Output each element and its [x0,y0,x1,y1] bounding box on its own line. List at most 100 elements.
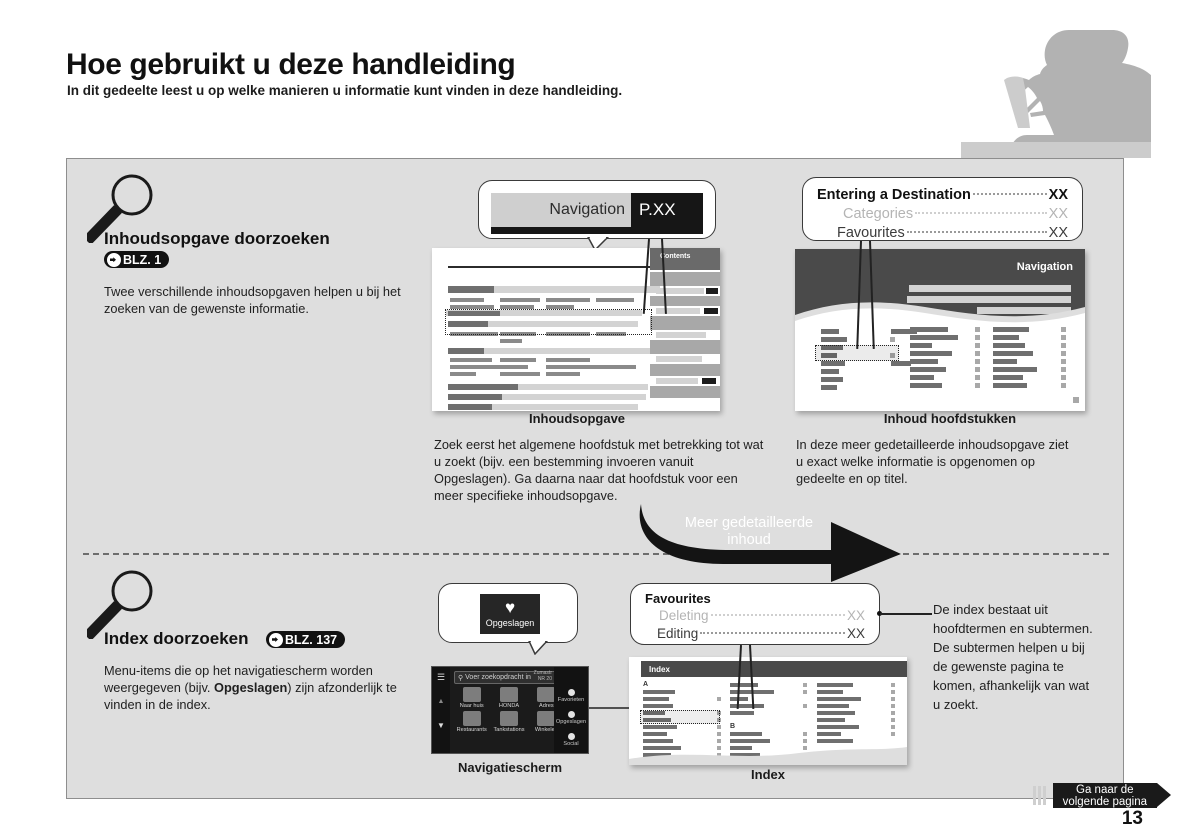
stripe-decoration [1031,783,1053,808]
nav-header-label: Navigation [1016,261,1073,273]
arrow-label-line1: Meer gedetailleerde [684,515,814,531]
next-page-label: Ga naar de volgende pagina [1052,783,1157,808]
next-page-banner[interactable]: Ga naar de volgende pagina [1031,783,1171,808]
nav-side-saved[interactable]: Opgeslagen [554,711,588,725]
nav-screen-tile-grid: Naar huis HONDA Adres Restaurants Tankst… [454,687,564,733]
toc-leader-dots [972,184,1047,195]
content-frame: Inhoudsopgave doorzoeken BLZ. 1 Twee ver… [66,158,1124,799]
navigation-banner: Navigation P.XX [491,193,703,227]
fuel-pump-icon [499,711,518,726]
search-placeholder: Voer zoekopdracht in [465,674,531,681]
highlight-region-index [640,710,720,724]
index-letter-a: A [643,681,649,688]
callout-tail [528,641,549,655]
section-body-index-right: De index bestaat uit hoofdtermen en subt… [933,602,1093,712]
nav-side-label: Favorieten [557,697,585,703]
chapter-contents-mockup: Navigation [795,249,1085,411]
saved-tile-callout: ♥ Opgeslagen [438,583,578,643]
nav-tile-home[interactable]: Naar huis [454,687,489,709]
section-divider [83,553,1109,555]
page-title: Hoe gebruikt u deze handleiding [66,48,516,81]
toc-entry-label: Favourites [837,225,905,241]
index-toc-callout: Favourites Deleting XX Editing XX [630,583,880,645]
toc-leader-dots [710,605,845,616]
hamburger-menu-icon[interactable]: ☰ [437,673,445,682]
next-page-line2: volgende pagina [1062,796,1147,808]
toc-leader-dots [915,203,1047,214]
toc-entry[interactable]: Favourites XX [817,224,1068,243]
toc-detail-callout: Entering a Destination XX Categories XX … [802,177,1083,241]
shopping-bag-icon [537,711,556,726]
toc-entry[interactable]: Editing XX [645,625,865,643]
scroll-down-icon[interactable]: ▼ [437,721,445,730]
caption-inhoud-hoofdstukken: Inhoud hoofdstukken [883,411,1017,426]
toc-entry-page: XX [1048,206,1068,222]
contents-tab-label: Contents [660,253,691,260]
saved-tile-label: Opgeslagen [485,618,535,628]
toc-entry-label: Categories [843,206,914,222]
nav-screen-left-rail: ☰ ▲ ▼ [432,667,450,753]
restaurant-icon [462,711,481,726]
page-number: 13 [1121,808,1143,829]
toc-entry-page: XX [846,608,865,623]
more-detail-arrow-label: Meer gedetailleerde inhoud [663,515,835,549]
toc-entry-label: Editing [657,626,699,641]
scroll-up-icon[interactable]: ▲ [438,698,445,705]
nav-tile-label: Adres [539,703,554,709]
navigation-screen-mockup[interactable]: ☰ ▲ ▼ ⚲ Voer zoekopdracht in Zumastr NR 2… [431,666,589,754]
highlight-region-toc [445,309,652,335]
honda-logo-icon [499,687,518,702]
caption-navigatiescherm: Navigatiescherm [457,760,563,775]
body-part-bold: Opgeslagen [214,680,288,695]
navigation-banner-callout: Navigation P.XX [478,180,716,239]
section-heading-index: Index doorzoeken BLZ. 137 [104,629,346,649]
search-icon: ⚲ [458,674,464,682]
connector-line [880,613,932,615]
bookmark-icon [567,711,575,718]
page-ref-label: BLZ. 1 [123,252,162,267]
section-heading-index-label: Index doorzoeken [104,629,249,648]
address-icon [537,687,556,702]
nav-tile-honda[interactable]: HONDA [491,687,526,709]
nav-tile-restaurants[interactable]: Restaurants [454,711,489,733]
section-body-index: Menu-items die op het navigatiescherm wo… [104,662,414,713]
section-heading-toc: Inhoudsopgave doorzoeken [104,229,330,248]
navigation-banner-title: Navigation [491,193,631,227]
next-page-line1: Ga naar de [1076,783,1134,796]
navigation-banner-underline [491,227,703,234]
nav-side-social[interactable]: Social [554,733,588,747]
index-letter-b: B [730,723,736,730]
page-ref-label: BLZ. 137 [285,632,338,647]
page-ref-badge-toc[interactable]: BLZ. 1 [104,251,170,269]
arrow-circle-icon [269,632,283,647]
toc-leader-dots [906,222,1047,233]
arrow-label-line2: inhoud [727,532,771,548]
nav-screen-corner-label: Zumastr NR 20 [533,670,552,682]
nav-tile-label: Naar huis [459,703,484,709]
person-reading-book-silhouette-icon [961,18,1151,158]
caption-inhoudsopgave: Inhoudsopgave [528,411,626,426]
nav-side-label: Opgeslagen [555,719,587,725]
nav-side-favourites[interactable]: Favorieten [554,689,588,703]
page-ref-badge-index[interactable]: BLZ. 137 [266,631,346,649]
nav-tile-label: HONDA [498,703,520,709]
caption-index: Index [751,767,785,782]
saved-menu-tile[interactable]: ♥ Opgeslagen [480,594,540,634]
section-body-right: In deze meer gedetailleerde inhoudsopgav… [796,437,1069,486]
toc-leader-dots [700,623,845,634]
toc-entry-page: XX [1048,187,1068,203]
toc-entry-page: XX [1048,225,1068,241]
nav-tile-fuel[interactable]: Tankstations [491,711,526,733]
arrow-circle-icon [107,252,121,267]
home-icon [462,687,481,702]
page-subtitle: In dit gedeelte leest u op welke maniere… [67,83,623,98]
index-header-label: Index [649,665,670,674]
section-body-left: Zoek eerst het algemene hoofdstuk met be… [434,437,764,503]
social-icon [567,733,575,740]
navigation-banner-page: P.XX [631,193,703,227]
star-icon [567,689,575,696]
right-arrow-icon [1157,783,1171,807]
nav-tile-label: Tankstations [493,727,525,733]
nav-tile-label: Restaurants [456,727,487,733]
heart-icon: ♥ [504,598,516,617]
